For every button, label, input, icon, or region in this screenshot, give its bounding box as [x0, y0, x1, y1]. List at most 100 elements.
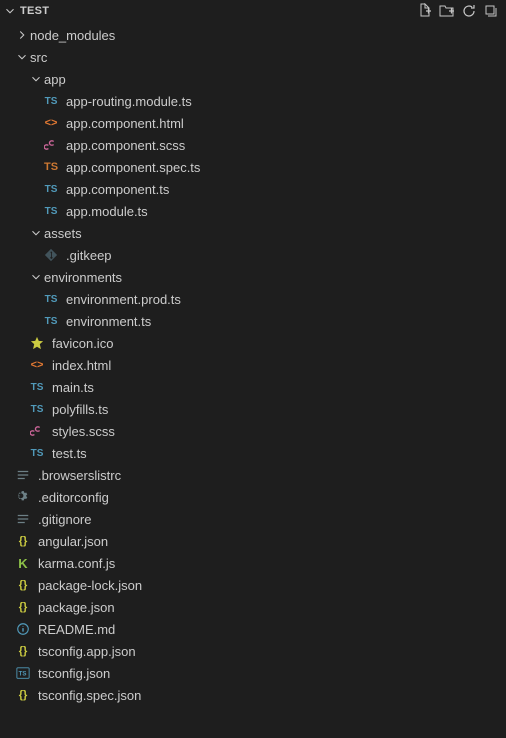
- favicon-icon: [28, 334, 46, 352]
- file-label: angular.json: [38, 534, 108, 549]
- file-label: environment.ts: [66, 314, 151, 329]
- html-icon: <>: [42, 114, 60, 132]
- scss-icon: [28, 422, 46, 440]
- file-angular-json[interactable]: {} angular.json: [0, 530, 506, 552]
- git-icon: [42, 246, 60, 264]
- chevron-down-icon: [14, 49, 30, 65]
- file-label: environment.prod.ts: [66, 292, 181, 307]
- file-label: test.ts: [52, 446, 87, 461]
- file-app-component-scss[interactable]: app.component.scss: [0, 134, 506, 156]
- chevron-down-icon: [28, 225, 44, 241]
- typescript-icon: TS: [28, 444, 46, 462]
- gear-icon: [14, 488, 32, 506]
- file-app-module[interactable]: TS app.module.ts: [0, 200, 506, 222]
- file-label: main.ts: [52, 380, 94, 395]
- chevron-down-icon: [28, 269, 44, 285]
- file-tsconfig-app[interactable]: {} tsconfig.app.json: [0, 640, 506, 662]
- folder-label: app: [44, 72, 66, 87]
- typescript-icon: TS: [28, 400, 46, 418]
- file-browserslistrc[interactable]: .browserslistrc: [0, 464, 506, 486]
- folder-label: assets: [44, 226, 82, 241]
- file-label: app.component.scss: [66, 138, 185, 153]
- file-label: .gitkeep: [66, 248, 112, 263]
- folder-label: src: [30, 50, 47, 65]
- file-gitkeep[interactable]: .gitkeep: [0, 244, 506, 266]
- header-actions: [416, 2, 502, 20]
- file-package-lock[interactable]: {} package-lock.json: [0, 574, 506, 596]
- new-folder-button[interactable]: [438, 2, 456, 20]
- collapse-all-button[interactable]: [482, 2, 500, 20]
- karma-icon: K: [14, 554, 32, 572]
- json-icon: {}: [14, 686, 32, 704]
- file-label: favicon.ico: [52, 336, 113, 351]
- file-label: app.module.ts: [66, 204, 148, 219]
- file-label: app-routing.module.ts: [66, 94, 192, 109]
- typescript-icon: TS: [42, 202, 60, 220]
- file-tsconfig-json[interactable]: TS tsconfig.json: [0, 662, 506, 684]
- file-tree: node_modules src app TS app-routing.modu…: [0, 22, 506, 706]
- file-main-ts[interactable]: TS main.ts: [0, 376, 506, 398]
- file-label: app.component.spec.ts: [66, 160, 200, 175]
- file-editorconfig[interactable]: .editorconfig: [0, 486, 506, 508]
- folder-environments[interactable]: environments: [0, 266, 506, 288]
- config-lines-icon: [14, 510, 32, 528]
- folder-src[interactable]: src: [0, 46, 506, 68]
- refresh-button[interactable]: [460, 2, 478, 20]
- file-favicon[interactable]: favicon.ico: [0, 332, 506, 354]
- json-icon: {}: [14, 576, 32, 594]
- file-environment-ts[interactable]: TS environment.ts: [0, 310, 506, 332]
- file-styles-scss[interactable]: styles.scss: [0, 420, 506, 442]
- folder-label: node_modules: [30, 28, 115, 43]
- file-label: package-lock.json: [38, 578, 142, 593]
- scss-icon: [42, 136, 60, 154]
- info-icon: [14, 620, 32, 638]
- svg-text:TS: TS: [19, 671, 27, 678]
- chevron-down-icon: [2, 3, 18, 19]
- file-test-ts[interactable]: TS test.ts: [0, 442, 506, 464]
- folder-assets[interactable]: assets: [0, 222, 506, 244]
- file-polyfills[interactable]: TS polyfills.ts: [0, 398, 506, 420]
- json-icon: {}: [14, 598, 32, 616]
- file-label: .gitignore: [38, 512, 91, 527]
- file-package-json[interactable]: {} package.json: [0, 596, 506, 618]
- config-lines-icon: [14, 466, 32, 484]
- tsconfig-icon: TS: [14, 664, 32, 682]
- explorer-header: TEST: [0, 0, 506, 22]
- chevron-down-icon: [28, 71, 44, 87]
- typescript-icon: TS: [42, 312, 60, 330]
- typescript-spec-icon: TS: [42, 158, 60, 176]
- file-tsconfig-spec[interactable]: {} tsconfig.spec.json: [0, 684, 506, 706]
- file-gitignore[interactable]: .gitignore: [0, 508, 506, 530]
- file-app-component-html[interactable]: <> app.component.html: [0, 112, 506, 134]
- file-app-routing[interactable]: TS app-routing.module.ts: [0, 90, 506, 112]
- file-label: package.json: [38, 600, 115, 615]
- json-icon: {}: [14, 532, 32, 550]
- file-label: README.md: [38, 622, 115, 637]
- file-label: tsconfig.json: [38, 666, 110, 681]
- file-index-html[interactable]: <> index.html: [0, 354, 506, 376]
- json-icon: {}: [14, 642, 32, 660]
- file-readme[interactable]: README.md: [0, 618, 506, 640]
- file-label: .editorconfig: [38, 490, 109, 505]
- typescript-icon: TS: [42, 290, 60, 308]
- file-explorer: TEST node_modules: [0, 0, 506, 738]
- file-environment-prod[interactable]: TS environment.prod.ts: [0, 288, 506, 310]
- typescript-icon: TS: [42, 180, 60, 198]
- file-label: styles.scss: [52, 424, 115, 439]
- file-label: .browserslistrc: [38, 468, 121, 483]
- file-app-component-spec[interactable]: TS app.component.spec.ts: [0, 156, 506, 178]
- file-label: tsconfig.spec.json: [38, 688, 141, 703]
- folder-app[interactable]: app: [0, 68, 506, 90]
- file-label: tsconfig.app.json: [38, 644, 136, 659]
- file-karma-conf[interactable]: K karma.conf.js: [0, 552, 506, 574]
- folder-node-modules[interactable]: node_modules: [0, 24, 506, 46]
- project-title: TEST: [20, 5, 49, 17]
- typescript-icon: TS: [42, 92, 60, 110]
- chevron-right-icon: [14, 27, 30, 43]
- header-left[interactable]: TEST: [2, 3, 416, 19]
- new-file-button[interactable]: [416, 2, 434, 20]
- file-label: polyfills.ts: [52, 402, 108, 417]
- file-app-component-ts[interactable]: TS app.component.ts: [0, 178, 506, 200]
- file-label: index.html: [52, 358, 111, 373]
- file-label: karma.conf.js: [38, 556, 115, 571]
